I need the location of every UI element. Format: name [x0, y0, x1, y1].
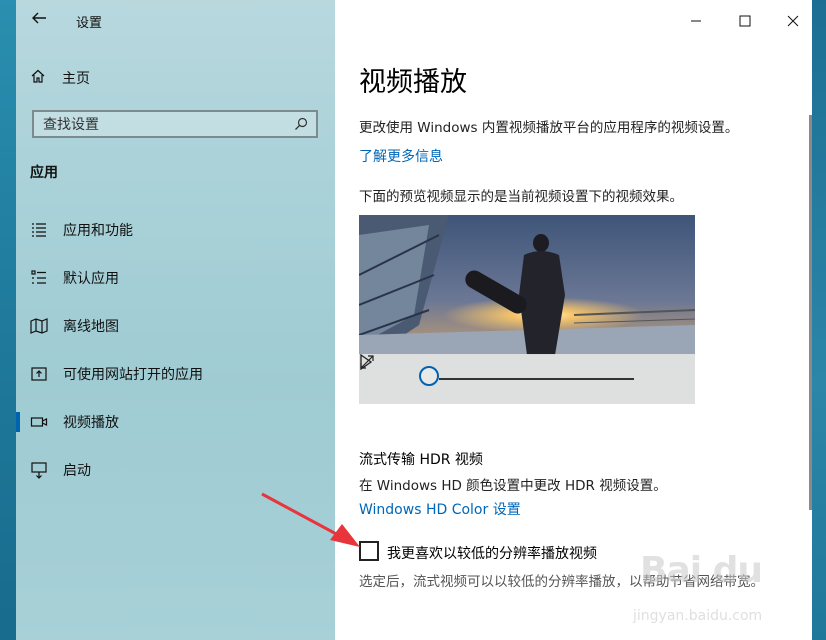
preview-description: 下面的预览视频显示的是当前视频设置下的视频效果。: [359, 189, 683, 205]
seek-bar[interactable]: [439, 378, 634, 380]
video-preview[interactable]: [359, 215, 695, 404]
video-controls: [359, 354, 695, 404]
search-icon: [295, 117, 308, 130]
startup-icon: [31, 462, 47, 479]
sidebar-item-label: 启动: [63, 463, 91, 479]
hdr-section-title: 流式传输 HDR 视频: [359, 452, 483, 468]
page-description: 更改使用 Windows 内置视频播放平台的应用程序的视频设置。: [359, 120, 739, 136]
page-title: 视频播放: [359, 67, 467, 98]
home-label: 主页: [62, 71, 90, 87]
apps-features-icon: [32, 223, 46, 237]
sidebar-item-label: 默认应用: [63, 271, 119, 287]
default-apps-icon: [31, 270, 46, 284]
seek-handle[interactable]: [419, 366, 439, 386]
hdr-description: 在 Windows HD 颜色设置中更改 HDR 视频设置。: [359, 478, 667, 494]
sidebar-item-apps-for-websites[interactable]: 可使用网站打开的应用: [16, 354, 335, 394]
sidebar-item-apps-features[interactable]: 应用和功能: [16, 210, 335, 250]
search-input[interactable]: 查找设置: [32, 110, 318, 138]
hd-color-settings-link[interactable]: Windows HD Color 设置: [359, 499, 521, 519]
sidebar-item-default-apps[interactable]: 默认应用: [16, 258, 335, 298]
desktop-background-right: [812, 0, 826, 640]
watermark-brand: Bai du: [640, 550, 763, 591]
scrollbar[interactable]: [809, 115, 812, 510]
sidebar-item-video-playback[interactable]: 视频播放: [16, 402, 335, 442]
sidebar-item-label: 视频播放: [63, 415, 119, 431]
settings-window: 设置 主页 查找设置 应用 应用和功能 默认应用 离线地图 可使用网站打开的应用…: [16, 0, 812, 640]
app-title: 设置: [76, 16, 103, 31]
video-playback-icon: [30, 417, 48, 427]
annotation-arrow-icon: [261, 492, 360, 547]
baidu-watermark: Bai du jingyan.baidu.com: [615, 548, 815, 638]
section-title: 应用: [30, 165, 58, 181]
desktop-background-left: [0, 0, 16, 640]
home-icon: [30, 68, 46, 88]
back-arrow-icon[interactable]: [30, 9, 50, 31]
sidebar-item-startup[interactable]: 启动: [16, 450, 335, 490]
watermark-url: jingyan.baidu.com: [633, 608, 763, 624]
maximize-button[interactable]: [730, 8, 760, 34]
sidebar-item-label: 应用和功能: [63, 223, 133, 239]
sidebar-item-label: 离线地图: [63, 319, 119, 335]
sidebar-home[interactable]: 主页: [30, 66, 90, 90]
apps-for-websites-icon: [31, 367, 47, 381]
content-pane: 视频播放 更改使用 Windows 内置视频播放平台的应用程序的视频设置。 了解…: [335, 0, 812, 640]
low-resolution-label[interactable]: 我更喜欢以较低的分辨率播放视频: [387, 543, 597, 563]
sidebar-item-label: 可使用网站打开的应用: [63, 367, 203, 383]
search-placeholder: 查找设置: [43, 117, 99, 133]
offline-maps-icon: [30, 318, 48, 334]
learn-more-link[interactable]: 了解更多信息: [359, 146, 443, 166]
sidebar-item-offline-maps[interactable]: 离线地图: [16, 306, 335, 346]
minimize-button[interactable]: [681, 8, 711, 34]
close-button[interactable]: [778, 8, 808, 34]
fullscreen-icon[interactable]: [359, 354, 375, 370]
